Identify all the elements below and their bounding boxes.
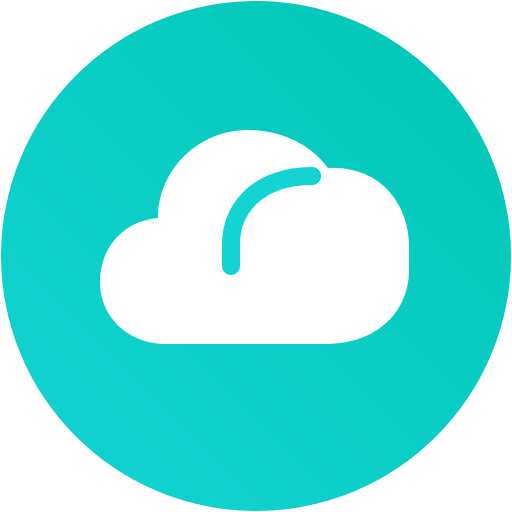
cloud-app-icon-graphic	[1, 1, 511, 511]
app-icon	[0, 0, 512, 512]
